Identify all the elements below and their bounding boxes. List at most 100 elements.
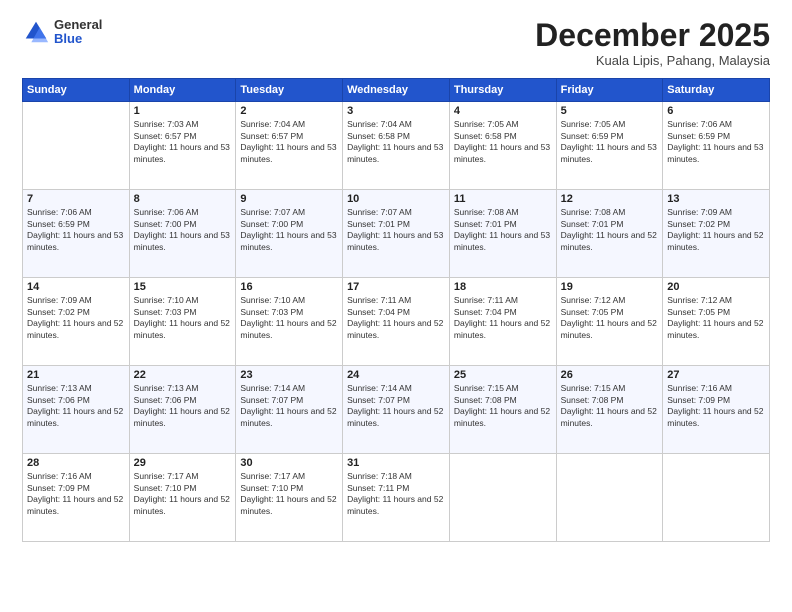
day-number: 5 <box>561 105 659 117</box>
day-info: Sunrise: 7:14 AMSunset: 7:07 PMDaylight:… <box>240 383 338 429</box>
calendar-week-row: 14 Sunrise: 7:09 AMSunset: 7:02 PMDayligh… <box>23 278 770 366</box>
day-number: 24 <box>347 369 445 381</box>
calendar-cell <box>23 102 130 190</box>
calendar-cell: 11 Sunrise: 7:08 AMSunset: 7:01 PMDayligh… <box>449 190 556 278</box>
calendar-cell <box>556 454 663 542</box>
day-info: Sunrise: 7:12 AMSunset: 7:05 PMDaylight:… <box>667 295 765 341</box>
day-number: 31 <box>347 457 445 469</box>
calendar-cell: 30Sunrise: 7:17 AMSunset: 7:10 PMDayligh… <box>236 454 343 542</box>
day-info: Sunrise: 7:08 AMSunset: 7:01 PMDaylight:… <box>454 207 552 253</box>
day-info: Sunrise: 7:16 AMSunset: 7:09 PMDaylight:… <box>667 383 765 429</box>
col-header-monday: Monday <box>129 79 236 102</box>
calendar-cell: 13Sunrise: 7:09 AMSunset: 7:02 PMDayligh… <box>663 190 770 278</box>
calendar-cell: 16Sunrise: 7:10 AMSunset: 7:03 PMDayligh… <box>236 278 343 366</box>
day-number: 13 <box>667 193 765 205</box>
calendar-cell: 27 Sunrise: 7:16 AMSunset: 7:09 PMDayligh… <box>663 366 770 454</box>
calendar-cell: 24 Sunrise: 7:14 AMSunset: 7:07 PMDayligh… <box>343 366 450 454</box>
day-number: 9 <box>240 193 338 205</box>
calendar-cell: 5 Sunrise: 7:05 AMSunset: 6:59 PMDaylight… <box>556 102 663 190</box>
day-info: Sunrise: 7:11 AMSunset: 7:04 PMDaylight:… <box>454 295 552 341</box>
col-header-wednesday: Wednesday <box>343 79 450 102</box>
day-info: Sunrise: 7:15 AMSunset: 7:08 PMDaylight:… <box>561 383 659 429</box>
calendar-table: SundayMondayTuesdayWednesdayThursdayFrid… <box>22 78 770 542</box>
day-number: 14 <box>27 281 125 293</box>
logo-text: General Blue <box>54 18 102 47</box>
day-info: Sunrise: 7:17 AMSunset: 7:10 PMDaylight:… <box>134 471 232 517</box>
calendar-cell: 19Sunrise: 7:12 AMSunset: 7:05 PMDayligh… <box>556 278 663 366</box>
day-number: 15 <box>134 281 232 293</box>
calendar-cell: 29 Sunrise: 7:17 AMSunset: 7:10 PMDayligh… <box>129 454 236 542</box>
day-info: Sunrise: 7:13 AMSunset: 7:06 PMDaylight:… <box>134 383 232 429</box>
day-info: Sunrise: 7:13 AMSunset: 7:06 PMDaylight:… <box>27 383 125 429</box>
day-info: Sunrise: 7:05 AMSunset: 6:59 PMDaylight:… <box>561 119 659 165</box>
day-number: 12 <box>561 193 659 205</box>
day-number: 27 <box>667 369 765 381</box>
day-info: Sunrise: 7:10 AMSunset: 7:03 PMDaylight:… <box>134 295 232 341</box>
calendar-cell: 3 Sunrise: 7:04 AMSunset: 6:58 PMDaylight… <box>343 102 450 190</box>
calendar-cell: 6Sunrise: 7:06 AMSunset: 6:59 PMDaylight… <box>663 102 770 190</box>
day-number: 28 <box>27 457 125 469</box>
calendar-cell: 25 Sunrise: 7:15 AMSunset: 7:08 PMDayligh… <box>449 366 556 454</box>
day-info: Sunrise: 7:08 AMSunset: 7:01 PMDaylight:… <box>561 207 659 253</box>
calendar-cell: 8Sunrise: 7:06 AMSunset: 7:00 PMDaylight… <box>129 190 236 278</box>
calendar-cell <box>663 454 770 542</box>
day-number: 11 <box>454 193 552 205</box>
logo: General Blue <box>22 18 102 47</box>
page: General Blue December 2025 Kuala Lipis, … <box>0 0 792 612</box>
day-number: 2 <box>240 105 338 117</box>
calendar-cell: 21 Sunrise: 7:13 AMSunset: 7:06 PMDayligh… <box>23 366 130 454</box>
calendar-cell: 28Sunrise: 7:16 AMSunset: 7:09 PMDayligh… <box>23 454 130 542</box>
day-info: Sunrise: 7:05 AMSunset: 6:58 PMDaylight:… <box>454 119 552 165</box>
calendar-week-row: 21 Sunrise: 7:13 AMSunset: 7:06 PMDayligh… <box>23 366 770 454</box>
calendar-cell: 9 Sunrise: 7:07 AMSunset: 7:00 PMDaylight… <box>236 190 343 278</box>
col-header-tuesday: Tuesday <box>236 79 343 102</box>
day-info: Sunrise: 7:06 AMSunset: 6:59 PMDaylight:… <box>27 207 125 253</box>
day-info: Sunrise: 7:14 AMSunset: 7:07 PMDaylight:… <box>347 383 445 429</box>
col-header-sunday: Sunday <box>23 79 130 102</box>
month-title: December 2025 <box>535 18 770 53</box>
day-number: 4 <box>454 105 552 117</box>
day-number: 29 <box>134 457 232 469</box>
calendar-cell: 14 Sunrise: 7:09 AMSunset: 7:02 PMDayligh… <box>23 278 130 366</box>
day-info: Sunrise: 7:06 AMSunset: 7:00 PMDaylight:… <box>134 207 232 253</box>
day-number: 23 <box>240 369 338 381</box>
calendar-cell: 4 Sunrise: 7:05 AMSunset: 6:58 PMDaylight… <box>449 102 556 190</box>
calendar-cell: 22 Sunrise: 7:13 AMSunset: 7:06 PMDayligh… <box>129 366 236 454</box>
day-number: 1 <box>134 105 232 117</box>
day-info: Sunrise: 7:18 AMSunset: 7:11 PMDaylight:… <box>347 471 445 517</box>
calendar-cell: 12 Sunrise: 7:08 AMSunset: 7:01 PMDayligh… <box>556 190 663 278</box>
calendar-header-row: SundayMondayTuesdayWednesdayThursdayFrid… <box>23 79 770 102</box>
day-number: 22 <box>134 369 232 381</box>
day-number: 21 <box>27 369 125 381</box>
day-info: Sunrise: 7:03 AMSunset: 6:57 PMDaylight:… <box>134 119 232 165</box>
calendar-cell <box>449 454 556 542</box>
day-info: Sunrise: 7:10 AMSunset: 7:03 PMDaylight:… <box>240 295 338 341</box>
day-number: 18 <box>454 281 552 293</box>
calendar-cell: 20Sunrise: 7:12 AMSunset: 7:05 PMDayligh… <box>663 278 770 366</box>
location-subtitle: Kuala Lipis, Pahang, Malaysia <box>535 53 770 68</box>
day-number: 25 <box>454 369 552 381</box>
day-number: 3 <box>347 105 445 117</box>
day-info: Sunrise: 7:17 AMSunset: 7:10 PMDaylight:… <box>240 471 338 517</box>
calendar-cell: 2 Sunrise: 7:04 AMSunset: 6:57 PMDaylight… <box>236 102 343 190</box>
calendar-week-row: 7Sunrise: 7:06 AMSunset: 6:59 PMDaylight… <box>23 190 770 278</box>
day-info: Sunrise: 7:15 AMSunset: 7:08 PMDaylight:… <box>454 383 552 429</box>
calendar-cell: 31 Sunrise: 7:18 AMSunset: 7:11 PMDayligh… <box>343 454 450 542</box>
day-info: Sunrise: 7:09 AMSunset: 7:02 PMDaylight:… <box>27 295 125 341</box>
day-info: Sunrise: 7:07 AMSunset: 7:00 PMDaylight:… <box>240 207 338 253</box>
day-number: 19 <box>561 281 659 293</box>
day-number: 10 <box>347 193 445 205</box>
col-header-saturday: Saturday <box>663 79 770 102</box>
calendar-cell: 15 Sunrise: 7:10 AMSunset: 7:03 PMDayligh… <box>129 278 236 366</box>
day-number: 6 <box>667 105 765 117</box>
calendar-cell: 23 Sunrise: 7:14 AMSunset: 7:07 PMDayligh… <box>236 366 343 454</box>
day-info: Sunrise: 7:04 AMSunset: 6:58 PMDaylight:… <box>347 119 445 165</box>
day-info: Sunrise: 7:07 AMSunset: 7:01 PMDaylight:… <box>347 207 445 253</box>
logo-icon <box>22 18 50 46</box>
day-info: Sunrise: 7:04 AMSunset: 6:57 PMDaylight:… <box>240 119 338 165</box>
title-block: December 2025 Kuala Lipis, Pahang, Malay… <box>535 18 770 68</box>
calendar-cell: 7Sunrise: 7:06 AMSunset: 6:59 PMDaylight… <box>23 190 130 278</box>
logo-general: General <box>54 18 102 32</box>
calendar-cell: 18 Sunrise: 7:11 AMSunset: 7:04 PMDayligh… <box>449 278 556 366</box>
day-info: Sunrise: 7:11 AMSunset: 7:04 PMDaylight:… <box>347 295 445 341</box>
